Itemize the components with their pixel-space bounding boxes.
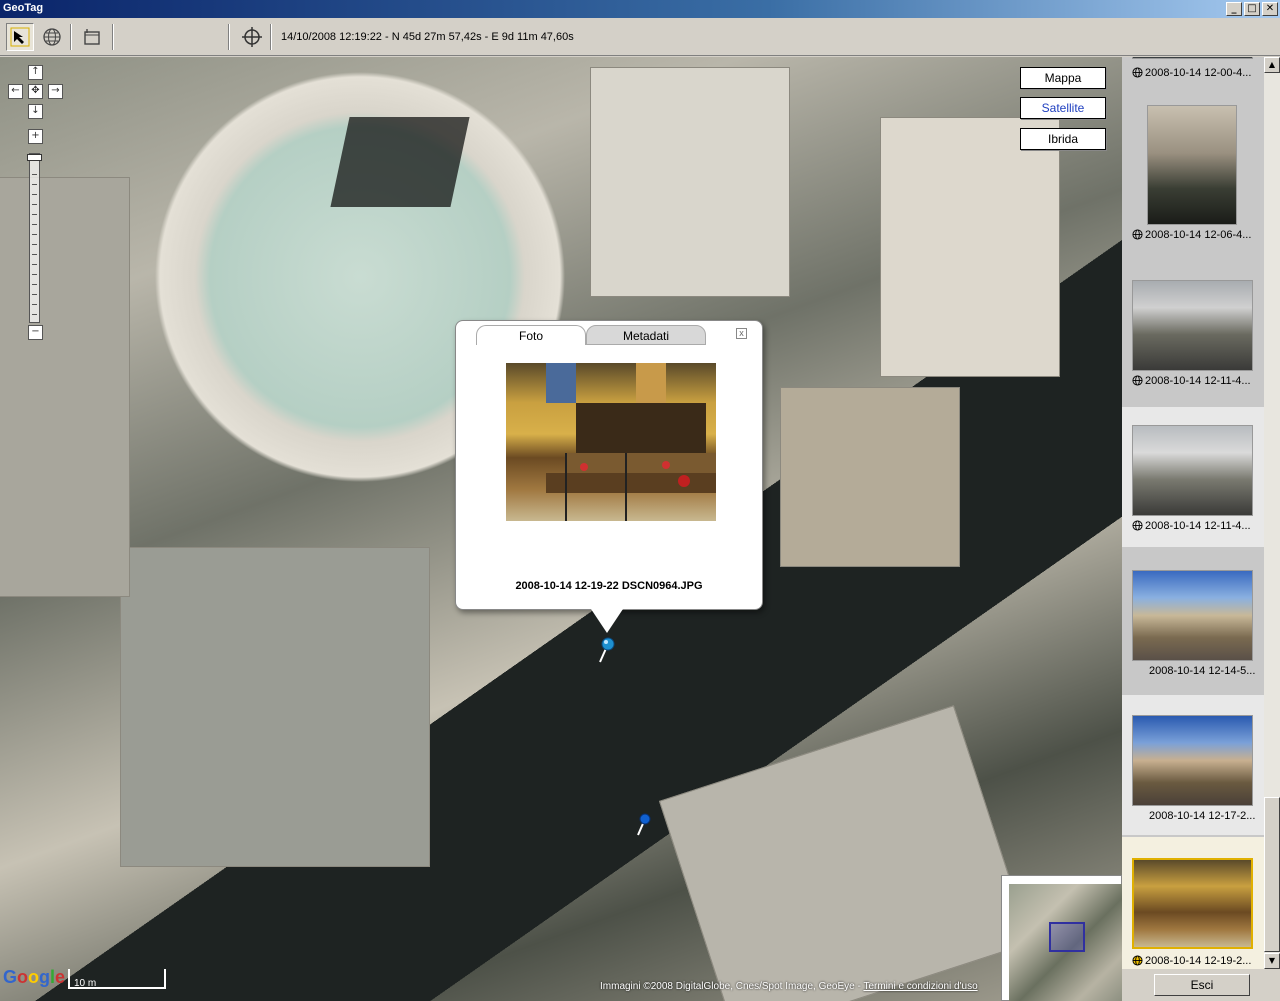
pan-right-button[interactable]: → bbox=[48, 84, 63, 99]
thumbnail-item-selected[interactable]: 2008-10-14 12-19-2... bbox=[1122, 837, 1264, 969]
locate-tool-button[interactable] bbox=[238, 23, 266, 51]
copyright-notice: Immagini ©2008 DigitalGlobe, Cnes/Spot I… bbox=[600, 981, 978, 992]
toolbar: 14/10/2008 12:19:22 - N 45d 27m 57,42s -… bbox=[0, 18, 1280, 56]
thumbnail-label: 2008-10-14 12-00-4... bbox=[1145, 67, 1252, 79]
photo-caption: 2008-10-14 12-19-22 DSCN0964.JPG bbox=[515, 580, 703, 592]
thumbnail-item[interactable]: 2008-10-14 12-00-4... bbox=[1122, 57, 1264, 79]
map-type-ibrida-button[interactable]: Ibrida bbox=[1020, 128, 1106, 150]
globe-tool-button[interactable] bbox=[38, 23, 66, 51]
map-type-mappa-button[interactable]: Mappa bbox=[1020, 67, 1106, 89]
map-pin-icon[interactable] bbox=[596, 636, 616, 664]
thumbnail-item[interactable]: 2008-10-14 12-11-4... bbox=[1122, 407, 1264, 547]
overview-viewport-box[interactable] bbox=[1049, 922, 1085, 952]
scroll-up-button[interactable]: ▲ bbox=[1264, 57, 1280, 73]
globe-icon bbox=[43, 28, 61, 46]
zoom-slider-thumb[interactable] bbox=[27, 154, 42, 161]
title-bar: GeoTag _ □ ✕ bbox=[0, 0, 1280, 18]
tab-foto[interactable]: Foto bbox=[476, 325, 586, 345]
terms-link[interactable]: Termini e condizioni d'uso bbox=[863, 981, 977, 992]
thumbnail-item[interactable]: 2008-10-14 12-11-4... bbox=[1122, 262, 1264, 402]
thumbnail-panel: 2008-10-14 12-00-4... 2008-10-14 12-06-4… bbox=[1122, 57, 1264, 969]
google-logo: Google bbox=[3, 967, 66, 987]
thumbnail-label: 2008-10-14 12-06-4... bbox=[1145, 229, 1252, 241]
crosshair-icon bbox=[242, 27, 262, 47]
window-title: GeoTag bbox=[3, 2, 44, 14]
center-map-button[interactable]: ✥ bbox=[28, 84, 43, 99]
pan-down-button[interactable]: ↓ bbox=[28, 104, 43, 119]
thumbnail-item[interactable]: 2008-10-14 12-17-2... bbox=[1122, 695, 1264, 835]
coordinates-readout: 14/10/2008 12:19:22 - N 45d 27m 57,42s -… bbox=[281, 31, 574, 43]
globe-icon bbox=[1132, 520, 1143, 531]
minimize-button[interactable]: _ bbox=[1226, 2, 1242, 16]
satellite-map[interactable]: ↑ ← ✥ → ↓ + − Mappa Satellite Ibrida Met… bbox=[0, 57, 1122, 1001]
globe-icon bbox=[1132, 375, 1143, 386]
thumbnail-label: 2008-10-14 12-17-2... bbox=[1149, 810, 1256, 822]
popup-close-button[interactable]: x bbox=[736, 328, 747, 339]
frame-icon bbox=[84, 29, 100, 45]
thumbnail-item[interactable]: 2008-10-14 12-06-4... bbox=[1122, 97, 1264, 241]
thumbnail-scrollbar[interactable]: ▲ ▼ bbox=[1264, 57, 1280, 969]
map-pin-icon[interactable] bbox=[635, 813, 651, 837]
thumbnail-label: 2008-10-14 12-11-4... bbox=[1145, 520, 1251, 532]
thumbnail-label: 2008-10-14 12-14-5... bbox=[1149, 665, 1256, 677]
thumbnail-label: 2008-10-14 12-11-4... bbox=[1145, 375, 1251, 387]
globe-icon bbox=[1132, 67, 1143, 78]
pointer-tool-button[interactable] bbox=[6, 23, 34, 51]
thumbnail-item[interactable]: 2008-10-14 12-14-5... bbox=[1122, 552, 1264, 692]
maximize-button[interactable]: □ bbox=[1244, 2, 1260, 16]
scrollbar-thumb[interactable] bbox=[1264, 797, 1280, 952]
scroll-down-button[interactable]: ▼ bbox=[1264, 953, 1280, 969]
zoom-out-button[interactable]: − bbox=[28, 325, 43, 340]
thumbnail-label: 2008-10-14 12-19-2... bbox=[1145, 955, 1252, 967]
globe-icon bbox=[1132, 955, 1143, 966]
pan-left-button[interactable]: ← bbox=[8, 84, 23, 99]
copyright-text: Immagini ©2008 DigitalGlobe, Cnes/Spot I… bbox=[600, 981, 861, 992]
globe-icon bbox=[1132, 229, 1143, 240]
tab-metadati[interactable]: Metadati bbox=[586, 325, 706, 345]
overview-map[interactable] bbox=[1001, 875, 1122, 1001]
map-type-satellite-button[interactable]: Satellite bbox=[1020, 97, 1106, 119]
exit-button[interactable]: Esci bbox=[1154, 974, 1250, 996]
frame-tool-button[interactable] bbox=[78, 23, 106, 51]
photo-preview bbox=[506, 363, 716, 521]
photo-info-popup: Metadati Foto x 2008-10-14 12-19-22 DSCN… bbox=[455, 320, 763, 633]
zoom-in-button[interactable]: + bbox=[28, 129, 43, 144]
pan-up-button[interactable]: ↑ bbox=[28, 65, 43, 80]
scale-label: 10 m bbox=[74, 978, 97, 989]
zoom-slider[interactable] bbox=[27, 153, 42, 323]
close-button[interactable]: ✕ bbox=[1262, 2, 1278, 16]
pointer-icon bbox=[10, 27, 30, 47]
